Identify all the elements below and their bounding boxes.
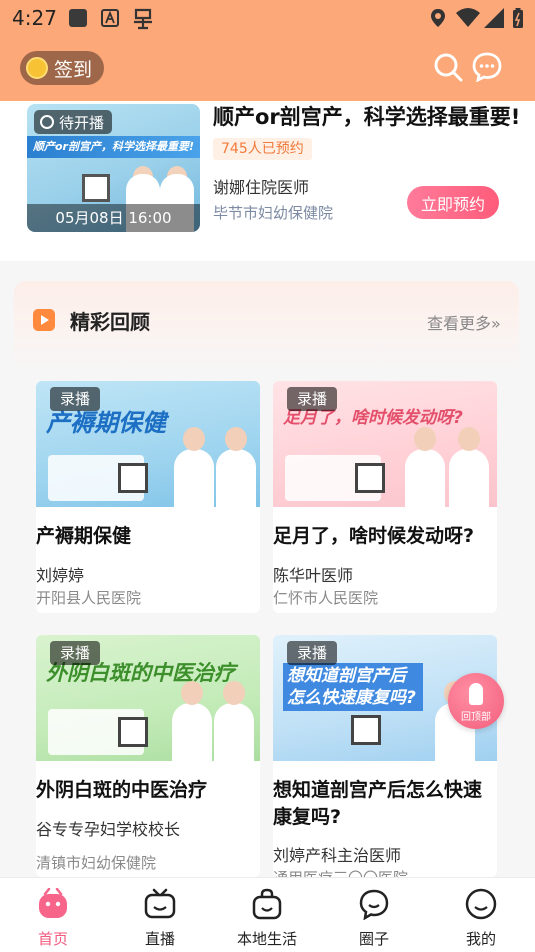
replay-hospital: 仁怀市人民医院 [273, 589, 379, 607]
tab-label: 直播 [144, 930, 175, 948]
status-bar: 4:27 [0, 0, 535, 38]
recorded-badge: 录播 [50, 387, 101, 411]
replay-hospital: 开阳县人民医院 [36, 589, 142, 607]
recorded-badge: 录播 [287, 387, 338, 411]
clock-icon [40, 115, 54, 129]
replay-title: 产褥期保健 [36, 525, 132, 547]
qr-code [118, 463, 148, 493]
a-notification-icon [100, 8, 120, 28]
thumb-banner-text: 想知道剖宫产后怎么快速康复吗? [283, 663, 423, 711]
header: 4:27 签到 [0, 0, 535, 101]
replay-card[interactable]: 外阴白斑的中医治疗 录播 外阴白斑的中医治疗 谷专专孕妇学校校长 清镇市妇幼保健… [36, 635, 260, 877]
doctor-figure [172, 681, 212, 761]
replay-thumbnail[interactable]: 足月了，啥时候发动呀? 录播 [273, 381, 497, 507]
live-hospital: 毕节市妇幼保健院 [213, 204, 334, 222]
wifi-icon [456, 8, 480, 28]
replay-thumbnail[interactable]: 外阴白斑的中医治疗 录播 [36, 635, 260, 761]
upcoming-live-card[interactable]: 顺产or剖宫产，科学选择最重要! 待开播 05月08日 16:00 顺产or剖宫… [0, 101, 535, 261]
replay-doctor: 谷专专孕妇学校校长 [36, 820, 181, 839]
thumb-banner-text: 顺产or剖宫产，科学选择最重要! [33, 140, 194, 153]
live-title[interactable]: 顺产or剖宫产，科学选择最重要! [213, 101, 520, 131]
doctor-figure [449, 427, 489, 507]
replay-card[interactable]: 足月了，啥时候发动呀? 录播 足月了，啥时候发动呀? 陈华叶医师 仁怀市人民医院 [273, 381, 497, 613]
see-more-link[interactable]: 查看更多» [427, 310, 501, 334]
doctor-figure [174, 427, 214, 507]
live-start-time: 05月08日 16:00 [27, 204, 200, 232]
replay-title: 外阴白斑的中医治疗 [36, 779, 208, 801]
tab-label: 我的 [465, 930, 496, 948]
app-notification-icon [68, 8, 88, 28]
status-badge-label: 待开播 [59, 113, 105, 132]
back-to-top-label: 回顶部 [461, 712, 491, 723]
doctor-figure [214, 681, 254, 761]
tab-label: 本地生活 [236, 930, 297, 948]
tab-profile[interactable]: 我的 [436, 884, 526, 950]
live-thumbnail[interactable]: 顺产or剖宫产，科学选择最重要! 待开播 05月08日 16:00 [27, 104, 200, 232]
replay-hospital: 清镇市妇幼保健院 [36, 854, 157, 872]
battery-icon [512, 8, 524, 28]
recorded-badge: 录播 [287, 641, 338, 665]
book-button[interactable]: 立即预约 [407, 186, 499, 219]
replay-doctor: 刘婷产科主治医师 [273, 846, 402, 865]
signal-icon [484, 8, 504, 28]
highlights-title: 精彩回顾 [70, 310, 150, 334]
replay-card[interactable]: 想知道剖宫产后怎么快速康复吗? 录播 想知道剖宫产后怎么快速康复吗? 刘婷产科主… [273, 635, 497, 877]
tab-circle[interactable]: 圈子 [329, 884, 419, 950]
replay-card[interactable]: 产褥期保健 录播 产褥期保健 刘婷婷 开阳县人民医院 [36, 381, 260, 613]
qr-code [351, 715, 381, 745]
smile-icon [465, 888, 497, 920]
message-icon[interactable] [472, 52, 502, 83]
replay-thumbnail[interactable]: 产褥期保健 录播 [36, 381, 260, 507]
location-icon [430, 8, 446, 28]
recorded-badge: 录播 [50, 641, 101, 665]
tab-home[interactable]: 首页 [8, 884, 98, 950]
replay-title: 足月了，啥时候发动呀? [273, 525, 475, 547]
signin-label: 签到 [54, 58, 93, 81]
replay-title: 想知道剖宫产后怎么快速康复吗? [273, 779, 483, 828]
tab-label: 圈子 [358, 930, 389, 948]
highlights-section: 精彩回顾 查看更多» 产褥期保健 录播 产褥期保健 刘婷婷 开阳县人民医院 足月… [0, 261, 535, 877]
coin-icon [26, 57, 48, 79]
doctor-figure [216, 427, 256, 507]
bag-icon [251, 888, 283, 920]
highlights-header: 精彩回顾 查看更多» [14, 281, 519, 371]
qr-code [82, 174, 110, 202]
search-icon[interactable] [433, 52, 463, 82]
booked-count: 745人已预约 [213, 138, 312, 160]
signin-button[interactable]: 签到 [20, 51, 104, 85]
doctor-figure [405, 427, 445, 507]
replay-hospital: 通用医疗三〇〇医院 [273, 867, 408, 877]
play-icon [33, 309, 55, 331]
qr-code [355, 463, 385, 493]
bug-notification-icon [130, 6, 156, 30]
chat-icon [358, 888, 390, 921]
replay-doctor: 陈华叶医师 [273, 566, 354, 585]
tv-icon [144, 888, 176, 920]
home-icon [37, 887, 69, 920]
live-doctor: 谢娜住院医师 [213, 178, 310, 197]
status-time: 4:27 [12, 6, 57, 30]
back-to-top-button[interactable]: 回顶部 [448, 673, 504, 729]
status-badge: 待开播 [34, 110, 113, 134]
feed[interactable]: 顺产or剖宫产，科学选择最重要! 待开播 05月08日 16:00 顺产or剖宫… [0, 101, 535, 877]
qr-code [118, 717, 148, 747]
tab-live[interactable]: 直播 [115, 884, 205, 950]
tab-local-life[interactable]: 本地生活 [222, 884, 312, 950]
tab-label: 首页 [37, 930, 68, 948]
rocket-icon [469, 683, 483, 705]
replay-doctor: 刘婷婷 [36, 566, 85, 585]
bottom-tab-bar: 首页 直播 本地生活 圈子 我的 [0, 877, 535, 952]
